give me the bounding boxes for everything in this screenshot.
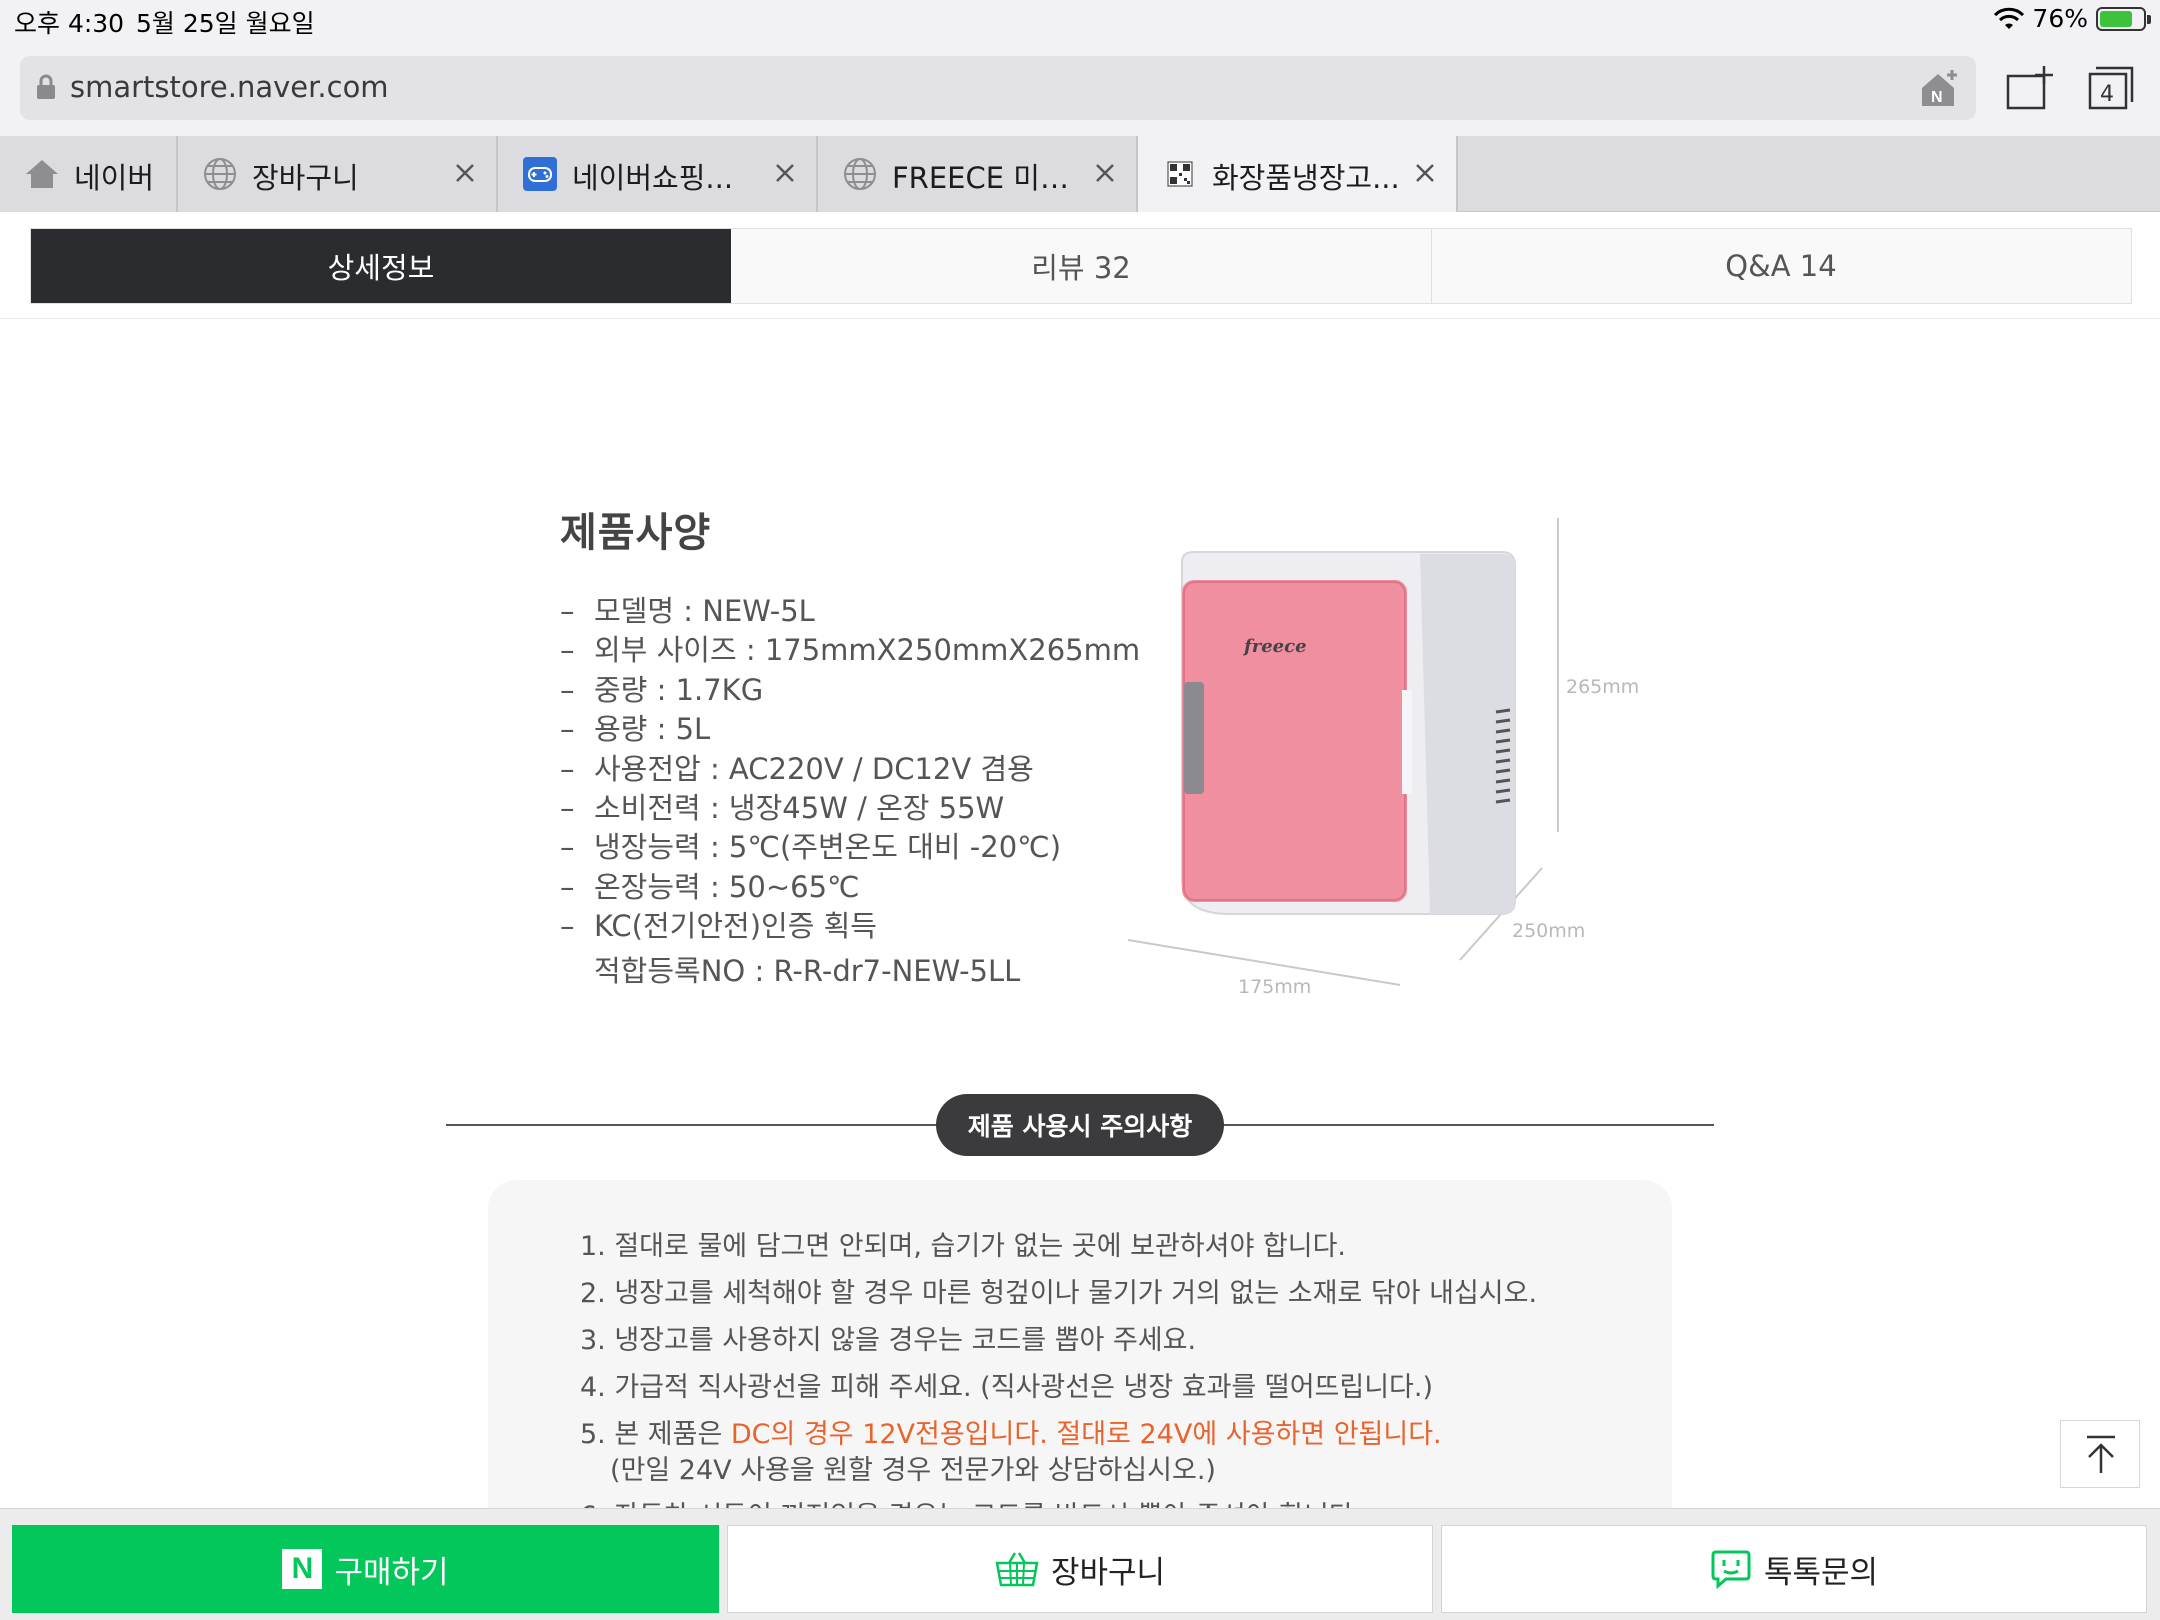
spec-item: – 냉장능력 : 5℃(주변온도 대비 -20℃) — [560, 830, 1062, 865]
caution-item: 2. 냉장고를 세척해야 할 경우 마른 헝겊이나 물기가 거의 없는 소재로 … — [580, 1278, 1538, 1309]
tab-freece[interactable]: FREECE 미… — [818, 136, 1138, 212]
tab-qna[interactable]: Q&A 14 — [1431, 229, 2131, 303]
new-tab-icon[interactable] — [2004, 64, 2054, 114]
scroll-top-button[interactable] — [2060, 1420, 2140, 1488]
naver-home-icon[interactable]: N — [1918, 66, 1962, 110]
lock-icon — [37, 74, 55, 99]
tab-label: 네이버 — [74, 161, 155, 195]
spec-item: – 온장능력 : 50~65℃ — [560, 869, 860, 904]
tab-count: 4 — [2100, 82, 2114, 107]
buy-label: 구매하기 — [334, 1554, 449, 1591]
caution-item: 3. 냉장고를 사용하지 않을 경우는 코드를 뽑아 주세요. — [580, 1325, 1197, 1356]
qr-icon — [1167, 161, 1193, 187]
talk-label: 톡톡문의 — [1763, 1554, 1879, 1591]
tab-cart[interactable]: 장바구니 — [178, 136, 498, 212]
wifi-icon — [1994, 7, 2025, 29]
tab-naver-shopping[interactable]: 네이버쇼핑... — [498, 136, 818, 212]
battery-level — [2100, 10, 2132, 27]
caution-item-warning: 5. 본 제품은 DC의 경우 12V전용입니다. 절대로 24V에 사용하면 … — [580, 1419, 1442, 1450]
spec-item: – 소비전력 : 냉장45W / 온장 55W — [560, 790, 1005, 825]
bottom-action-bar: N 구매하기 장바구니 톡톡문의 — [0, 1508, 2160, 1620]
battery-percent: 76% — [2032, 4, 2088, 33]
tab-label: 화장품냉장고... — [1212, 161, 1400, 195]
caution-item: 4. 가급적 직사광선을 피해 주세요. (직사광선은 냉장 효과를 떨어뜨립니… — [580, 1372, 1434, 1403]
width-label: 175mm — [1238, 976, 1312, 998]
spec-item: – 사용전압 : AC220V / DC12V 겸용 — [560, 751, 1034, 786]
tab-label: FREECE 미… — [892, 161, 1069, 195]
fridge-image: freece 265mm 250mm 175mm — [1120, 500, 1680, 1020]
globe-icon — [204, 158, 236, 190]
caution-item: 1. 절대로 물에 담그면 안되며, 습기가 없는 곳에 보관하셔야 합니다. — [580, 1231, 1347, 1262]
url-text: smartstore.naver.com — [70, 70, 389, 104]
naver-pay-logo: N — [282, 1549, 323, 1589]
globe-icon — [844, 158, 876, 190]
close-icon[interactable] — [1410, 158, 1440, 188]
status-date: 5월 25일 월요일 — [136, 9, 315, 38]
home-icon — [26, 160, 58, 188]
tab-label: 네이버쇼핑... — [572, 161, 734, 195]
buy-button[interactable]: N 구매하기 — [12, 1525, 719, 1613]
tab-cosmetic-fridge[interactable]: 화장품냉장고... — [1138, 136, 1458, 212]
svg-text:N: N — [1931, 89, 1943, 106]
spec-title: 제품사양 — [560, 510, 712, 556]
caution-item: (만일 24V 사용을 원할 경우 전문가와 상담하십시오.) — [610, 1455, 1216, 1486]
close-icon[interactable] — [450, 158, 480, 188]
warning-highlight: DC의 경우 12V전용입니다. 절대로 24V에 사용하면 안됩니다. — [730, 1419, 1442, 1450]
cart-label: 장바구니 — [1050, 1554, 1166, 1591]
tab-detail-info[interactable]: 상세정보 — [31, 229, 731, 303]
product-tab-nav: 상세정보 리뷰 32 Q&A 14 — [30, 228, 2132, 304]
talk-inquiry-button[interactable]: 톡톡문의 — [1441, 1525, 2147, 1613]
spec-item: – 용량 : 5L — [560, 712, 711, 747]
tab-naver[interactable]: 네이버 — [0, 136, 178, 212]
spec-item: – 중량 : 1.7KG — [560, 672, 764, 707]
status-time: 오후 4:30 — [14, 9, 125, 38]
address-bar[interactable]: smartstore.naver.com N — [20, 56, 1976, 120]
browser-toolbar: smartstore.naver.com N 4 — [0, 40, 2160, 136]
brand-logo: freece — [1242, 636, 1307, 657]
tab-reviews[interactable]: 리뷰 32 — [731, 229, 1431, 303]
spec-cert-number: 적합등록NO : R-R-dr7-NEW-5LL — [594, 954, 1021, 988]
tab-switcher-icon[interactable]: 4 — [2084, 64, 2134, 114]
arrow-up-icon — [2087, 1435, 2115, 1473]
status-indicators: 76% — [1994, 4, 2151, 33]
spec-list: – 모델명 : NEW-5L – 외부 사이즈 : 175mmX250mmX265m… — [560, 592, 1141, 947]
status-bar: 오후 4:30 5월 25일 월요일 76% — [0, 0, 2160, 40]
basket-icon — [995, 1552, 1039, 1587]
height-label: 265mm — [1566, 676, 1640, 698]
spec-item: – KC(전기안전)인증 획득 — [560, 909, 877, 944]
spec-item: – 모델명 : NEW-5L — [560, 594, 815, 628]
battery-icon — [2096, 6, 2151, 31]
mini-fridge-illustration: freece — [1127, 518, 1559, 986]
tab-label: 장바구니 — [252, 161, 359, 195]
close-icon[interactable] — [1090, 158, 1120, 188]
gamepad-icon — [523, 157, 557, 191]
fridge-door — [1182, 580, 1407, 902]
close-icon[interactable] — [770, 158, 800, 188]
spec-item: – 외부 사이즈 : 175mmX250mmX265mm — [560, 633, 1141, 668]
cart-button[interactable]: 장바구니 — [727, 1525, 1433, 1613]
browser-tab-bar: 네이버 장바구니 네이버쇼핑... FREECE 미… 화장품냉장고... — [0, 136, 2160, 212]
caution-title: 제품 사용시 주의사항 — [936, 1094, 1224, 1156]
chat-icon — [1711, 1550, 1751, 1590]
depth-label: 250mm — [1512, 920, 1586, 942]
